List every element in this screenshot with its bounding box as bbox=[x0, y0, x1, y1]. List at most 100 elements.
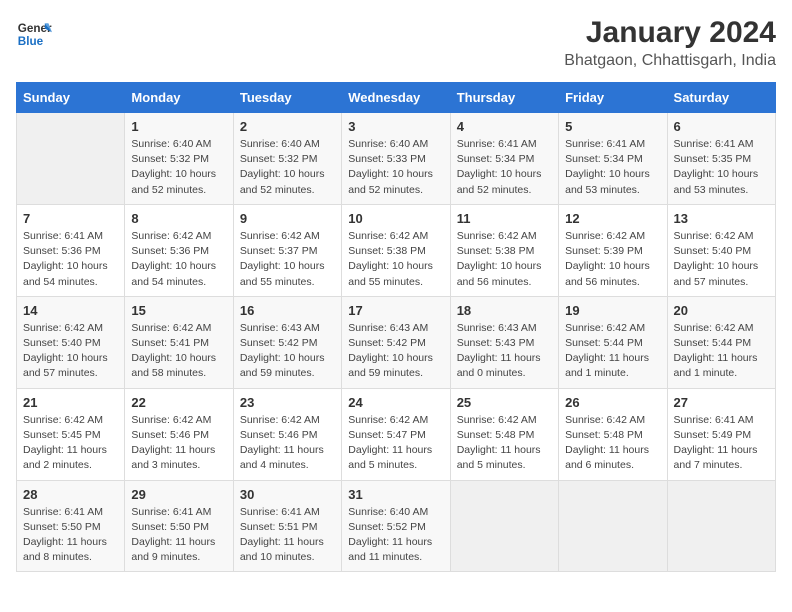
calendar-cell: 23 Sunrise: 6:42 AM Sunset: 5:46 PM Dayli… bbox=[233, 388, 341, 480]
day-number: 7 bbox=[23, 211, 118, 226]
day-info: Sunrise: 6:41 AM Sunset: 5:34 PM Dayligh… bbox=[565, 137, 660, 198]
calendar-header-saturday: Saturday bbox=[667, 83, 775, 113]
day-number: 22 bbox=[131, 395, 226, 410]
calendar-cell: 27Sunrise: 6:41 AM Sunset: 5:49 PM Dayli… bbox=[667, 388, 775, 480]
calendar-cell: 1 Sunrise: 6:40 AM Sunset: 5:32 PM Daylig… bbox=[125, 113, 233, 205]
calendar-table: SundayMondayTuesdayWednesdayThursdayFrid… bbox=[16, 82, 776, 572]
calendar-cell: 4Sunrise: 6:41 AM Sunset: 5:34 PM Daylig… bbox=[450, 113, 558, 205]
calendar-header-thursday: Thursday bbox=[450, 83, 558, 113]
calendar-cell: 13 Sunrise: 6:42 AM Sunset: 5:40 PM Dayli… bbox=[667, 204, 775, 296]
calendar-week-row: 14 Sunrise: 6:42 AM Sunset: 5:40 PM Dayli… bbox=[17, 296, 776, 388]
calendar-cell: 20 Sunrise: 6:42 AM Sunset: 5:44 PM Dayli… bbox=[667, 296, 775, 388]
calendar-cell: 25 Sunrise: 6:42 AM Sunset: 5:48 PM Dayli… bbox=[450, 388, 558, 480]
calendar-header-row: SundayMondayTuesdayWednesdayThursdayFrid… bbox=[17, 83, 776, 113]
day-info: Sunrise: 6:42 AM Sunset: 5:38 PM Dayligh… bbox=[348, 229, 443, 290]
day-info: Sunrise: 6:40 AM Sunset: 5:32 PM Dayligh… bbox=[131, 137, 226, 198]
calendar-cell: 10 Sunrise: 6:42 AM Sunset: 5:38 PM Dayli… bbox=[342, 204, 450, 296]
day-info: Sunrise: 6:43 AM Sunset: 5:43 PM Dayligh… bbox=[457, 321, 552, 382]
calendar-week-row: 21 Sunrise: 6:42 AM Sunset: 5:45 PM Dayli… bbox=[17, 388, 776, 480]
day-number: 29 bbox=[131, 487, 226, 502]
day-number: 27 bbox=[674, 395, 769, 410]
day-info: Sunrise: 6:42 AM Sunset: 5:46 PM Dayligh… bbox=[131, 413, 226, 474]
calendar-cell bbox=[667, 480, 775, 572]
day-number: 23 bbox=[240, 395, 335, 410]
calendar-cell: 16Sunrise: 6:43 AM Sunset: 5:42 PM Dayli… bbox=[233, 296, 341, 388]
day-info: Sunrise: 6:43 AM Sunset: 5:42 PM Dayligh… bbox=[348, 321, 443, 382]
day-info: Sunrise: 6:41 AM Sunset: 5:51 PM Dayligh… bbox=[240, 505, 335, 566]
calendar-week-row: 7 Sunrise: 6:41 AM Sunset: 5:36 PM Daylig… bbox=[17, 204, 776, 296]
day-info: Sunrise: 6:42 AM Sunset: 5:39 PM Dayligh… bbox=[565, 229, 660, 290]
day-info: Sunrise: 6:40 AM Sunset: 5:32 PM Dayligh… bbox=[240, 137, 335, 198]
calendar-cell: 8 Sunrise: 6:42 AM Sunset: 5:36 PM Daylig… bbox=[125, 204, 233, 296]
calendar-week-row: 28Sunrise: 6:41 AM Sunset: 5:50 PM Dayli… bbox=[17, 480, 776, 572]
day-number: 3 bbox=[348, 119, 443, 134]
calendar-cell: 22 Sunrise: 6:42 AM Sunset: 5:46 PM Dayli… bbox=[125, 388, 233, 480]
day-number: 10 bbox=[348, 211, 443, 226]
calendar-cell: 29 Sunrise: 6:41 AM Sunset: 5:50 PM Dayli… bbox=[125, 480, 233, 572]
day-info: Sunrise: 6:41 AM Sunset: 5:34 PM Dayligh… bbox=[457, 137, 552, 198]
day-info: Sunrise: 6:42 AM Sunset: 5:48 PM Dayligh… bbox=[565, 413, 660, 474]
calendar-cell: 9Sunrise: 6:42 AM Sunset: 5:37 PM Daylig… bbox=[233, 204, 341, 296]
day-info: Sunrise: 6:41 AM Sunset: 5:35 PM Dayligh… bbox=[674, 137, 769, 198]
page-header: General Blue January 2024 Bhatgaon, Chha… bbox=[16, 16, 776, 70]
day-number: 16 bbox=[240, 303, 335, 318]
calendar-cell: 18 Sunrise: 6:43 AM Sunset: 5:43 PM Dayli… bbox=[450, 296, 558, 388]
day-number: 24 bbox=[348, 395, 443, 410]
day-number: 17 bbox=[348, 303, 443, 318]
calendar-cell: 26Sunrise: 6:42 AM Sunset: 5:48 PM Dayli… bbox=[559, 388, 667, 480]
day-info: Sunrise: 6:42 AM Sunset: 5:47 PM Dayligh… bbox=[348, 413, 443, 474]
calendar-header-friday: Friday bbox=[559, 83, 667, 113]
day-info: Sunrise: 6:42 AM Sunset: 5:40 PM Dayligh… bbox=[23, 321, 118, 382]
calendar-header-sunday: Sunday bbox=[17, 83, 125, 113]
day-info: Sunrise: 6:42 AM Sunset: 5:48 PM Dayligh… bbox=[457, 413, 552, 474]
logo: General Blue bbox=[16, 16, 52, 52]
title-block: January 2024 Bhatgaon, Chhattisgarh, Ind… bbox=[564, 16, 776, 70]
day-number: 18 bbox=[457, 303, 552, 318]
day-info: Sunrise: 6:41 AM Sunset: 5:36 PM Dayligh… bbox=[23, 229, 118, 290]
calendar-cell: 11Sunrise: 6:42 AM Sunset: 5:38 PM Dayli… bbox=[450, 204, 558, 296]
day-info: Sunrise: 6:42 AM Sunset: 5:38 PM Dayligh… bbox=[457, 229, 552, 290]
day-number: 13 bbox=[674, 211, 769, 226]
day-info: Sunrise: 6:41 AM Sunset: 5:50 PM Dayligh… bbox=[131, 505, 226, 566]
day-number: 21 bbox=[23, 395, 118, 410]
day-number: 1 bbox=[131, 119, 226, 134]
day-info: Sunrise: 6:40 AM Sunset: 5:33 PM Dayligh… bbox=[348, 137, 443, 198]
day-info: Sunrise: 6:42 AM Sunset: 5:44 PM Dayligh… bbox=[674, 321, 769, 382]
day-info: Sunrise: 6:42 AM Sunset: 5:36 PM Dayligh… bbox=[131, 229, 226, 290]
calendar-header-monday: Monday bbox=[125, 83, 233, 113]
calendar-cell: 2 Sunrise: 6:40 AM Sunset: 5:32 PM Daylig… bbox=[233, 113, 341, 205]
day-number: 20 bbox=[674, 303, 769, 318]
calendar-cell bbox=[450, 480, 558, 572]
day-number: 19 bbox=[565, 303, 660, 318]
logo-icon: General Blue bbox=[16, 16, 52, 52]
calendar-cell: 14 Sunrise: 6:42 AM Sunset: 5:40 PM Dayli… bbox=[17, 296, 125, 388]
day-info: Sunrise: 6:42 AM Sunset: 5:45 PM Dayligh… bbox=[23, 413, 118, 474]
day-info: Sunrise: 6:42 AM Sunset: 5:37 PM Dayligh… bbox=[240, 229, 335, 290]
day-info: Sunrise: 6:41 AM Sunset: 5:50 PM Dayligh… bbox=[23, 505, 118, 566]
day-number: 30 bbox=[240, 487, 335, 502]
calendar-cell: 31Sunrise: 6:40 AM Sunset: 5:52 PM Dayli… bbox=[342, 480, 450, 572]
day-number: 2 bbox=[240, 119, 335, 134]
day-number: 6 bbox=[674, 119, 769, 134]
calendar-week-row: 1 Sunrise: 6:40 AM Sunset: 5:32 PM Daylig… bbox=[17, 113, 776, 205]
svg-text:Blue: Blue bbox=[18, 35, 44, 48]
day-info: Sunrise: 6:42 AM Sunset: 5:44 PM Dayligh… bbox=[565, 321, 660, 382]
calendar-cell: 5 Sunrise: 6:41 AM Sunset: 5:34 PM Daylig… bbox=[559, 113, 667, 205]
main-title: January 2024 bbox=[564, 16, 776, 50]
calendar-cell: 21 Sunrise: 6:42 AM Sunset: 5:45 PM Dayli… bbox=[17, 388, 125, 480]
day-number: 14 bbox=[23, 303, 118, 318]
calendar-cell: 17 Sunrise: 6:43 AM Sunset: 5:42 PM Dayli… bbox=[342, 296, 450, 388]
day-info: Sunrise: 6:42 AM Sunset: 5:46 PM Dayligh… bbox=[240, 413, 335, 474]
calendar-cell: 15Sunrise: 6:42 AM Sunset: 5:41 PM Dayli… bbox=[125, 296, 233, 388]
calendar-cell: 6 Sunrise: 6:41 AM Sunset: 5:35 PM Daylig… bbox=[667, 113, 775, 205]
day-info: Sunrise: 6:40 AM Sunset: 5:52 PM Dayligh… bbox=[348, 505, 443, 566]
day-number: 5 bbox=[565, 119, 660, 134]
calendar-cell bbox=[17, 113, 125, 205]
day-number: 25 bbox=[457, 395, 552, 410]
day-number: 12 bbox=[565, 211, 660, 226]
calendar-cell: 7 Sunrise: 6:41 AM Sunset: 5:36 PM Daylig… bbox=[17, 204, 125, 296]
day-info: Sunrise: 6:42 AM Sunset: 5:40 PM Dayligh… bbox=[674, 229, 769, 290]
day-number: 8 bbox=[131, 211, 226, 226]
calendar-cell: 3 Sunrise: 6:40 AM Sunset: 5:33 PM Daylig… bbox=[342, 113, 450, 205]
subtitle: Bhatgaon, Chhattisgarh, India bbox=[564, 52, 776, 70]
